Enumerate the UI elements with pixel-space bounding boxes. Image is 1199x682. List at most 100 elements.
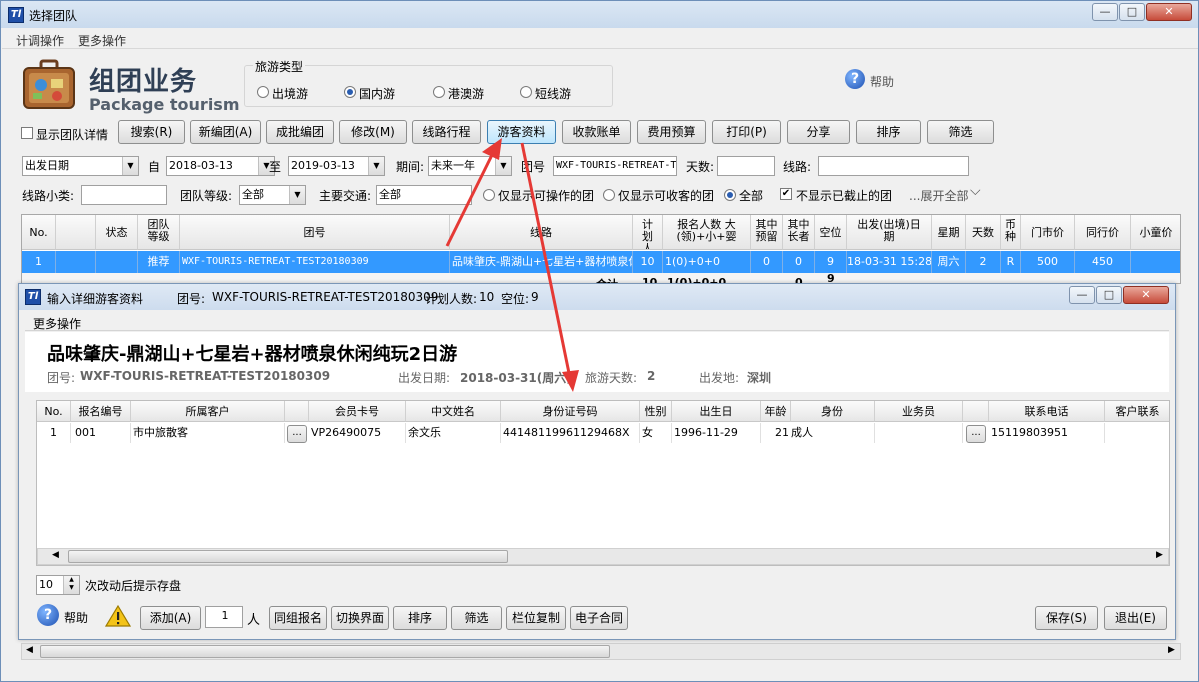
chevron-down-icon[interactable]: ⌵ (970, 183, 981, 199)
cell-signup-no[interactable]: 001 (71, 423, 131, 443)
col-peer-price[interactable]: 同行价 (1075, 215, 1131, 250)
to-date-input[interactable]: 2019-03-13 ▼ (288, 156, 385, 176)
col-chinese-name[interactable]: 中文姓名 (406, 401, 501, 422)
col-route[interactable]: 线路 (450, 215, 633, 250)
cell-member-card[interactable]: VP26490075 (309, 423, 406, 443)
add-button[interactable]: 添加(A) (140, 606, 201, 630)
sort-button[interactable]: 排序 (856, 120, 921, 144)
date-type-select[interactable]: 出发日期 ▼ (22, 156, 139, 176)
col-status[interactable]: 状态 (96, 215, 138, 250)
minimize-button[interactable]: — (1092, 3, 1118, 21)
team-level-select[interactable]: 全部 ▼ (239, 185, 306, 205)
switch-view-button[interactable]: 切换界面 (331, 606, 389, 630)
col-plan[interactable]: 计划人数 (633, 215, 663, 250)
table-row[interactable]: 1 推荐 WXF-TOURIS-RETREAT-TEST20180309 品味肇… (22, 251, 1180, 273)
scroll-left-icon[interactable]: ◀ (26, 645, 33, 655)
cell-customer[interactable]: 市中旅散客 (131, 423, 285, 443)
edit-button[interactable]: 修改(M) (339, 120, 407, 144)
radio-outbound[interactable] (257, 86, 269, 98)
cell-birthday[interactable]: 1996-11-29 (672, 423, 761, 443)
route-input[interactable] (818, 156, 969, 176)
dialog-help-label[interactable]: 帮助 (64, 609, 88, 626)
scroll-right-icon[interactable]: ▶ (1168, 645, 1175, 655)
radio-operable[interactable] (483, 189, 495, 201)
spinner-icon[interactable]: ▲ ▼ (63, 576, 79, 594)
autosave-count-input[interactable]: 10 ▲ ▼ (36, 575, 80, 595)
help-icon[interactable]: ? (845, 69, 865, 89)
expand-all-link[interactable]: ...展开全部 (909, 187, 968, 204)
save-button[interactable]: 保存(S) (1035, 606, 1098, 630)
menu-dispatch[interactable]: 计调操作 (16, 32, 64, 49)
dialog-menu-more[interactable]: 更多操作 (33, 315, 81, 332)
maximize-button[interactable]: □ (1119, 3, 1145, 21)
dialog-minimize-button[interactable]: — (1069, 286, 1095, 304)
col-retail-price[interactable]: 门市价 (1021, 215, 1075, 250)
close-button[interactable]: ✕ (1146, 3, 1192, 21)
cell-phone[interactable]: 15119803951 (989, 423, 1105, 443)
menu-more[interactable]: 更多操作 (78, 32, 126, 49)
print-button[interactable]: 打印(P) (712, 120, 781, 144)
col-no[interactable]: No. (37, 401, 71, 422)
cell-identity[interactable]: 成人 (791, 423, 875, 443)
new-team-button[interactable]: 新编团(A) (190, 120, 261, 144)
tourist-info-button[interactable]: 游客资料 (487, 120, 556, 144)
team-no-input[interactable]: WXF-TOURIS-RETREAT-T (553, 156, 677, 176)
table-row[interactable]: 1 001 市中旅散客 ... VP26490075 余文乐 441481199… (37, 423, 1169, 443)
salesman-picker-button[interactable]: ... (966, 425, 986, 443)
col-days[interactable]: 天数 (966, 215, 1001, 250)
cell-salesman[interactable] (875, 423, 963, 443)
scroll-left-icon[interactable]: ◀ (52, 550, 59, 560)
cell-gender[interactable]: 女 (640, 423, 672, 443)
col-customer[interactable]: 所属客户 (131, 401, 285, 422)
scroll-thumb[interactable] (40, 645, 610, 658)
hide-closed-checkbox[interactable]: ✔ (780, 188, 792, 200)
radio-all[interactable] (724, 189, 736, 201)
col-signup[interactable]: 报名人数 大(领)+小+婴 (663, 215, 751, 250)
from-date-input[interactable]: 2018-03-13 ▼ (166, 156, 275, 176)
col-salesman[interactable]: 业务员 (875, 401, 963, 422)
col-child-price[interactable]: 小童价 (1131, 215, 1180, 250)
dialog-filter-button[interactable]: 筛选 (451, 606, 502, 630)
cell-id-number[interactable]: 44148119961129468X (501, 423, 640, 443)
group-signup-button[interactable]: 同组报名 (269, 606, 327, 630)
cell-chinese-name[interactable]: 余文乐 (406, 423, 501, 443)
dialog-close-button[interactable]: ✕ (1123, 286, 1169, 304)
col-age[interactable]: 年龄 (761, 401, 791, 422)
col-vacant[interactable]: 空位 (815, 215, 847, 250)
col-reserved[interactable]: 其中预留 (751, 215, 783, 250)
col-no[interactable]: No. (22, 215, 56, 250)
col-customer-picker[interactable] (285, 401, 309, 422)
budget-button[interactable]: 费用预算 (637, 120, 706, 144)
receipt-bill-button[interactable]: 收款账单 (562, 120, 631, 144)
radio-collectable[interactable] (603, 189, 615, 201)
filter-button[interactable]: 筛选 (927, 120, 994, 144)
dialog-sort-button[interactable]: 排序 (393, 606, 447, 630)
route-sub-input[interactable] (81, 185, 167, 205)
cell-customer-contact[interactable] (1105, 423, 1169, 443)
cell-age[interactable]: 21 (761, 423, 791, 443)
col-gender[interactable]: 性别 (640, 401, 672, 422)
exit-button[interactable]: 退出(E) (1104, 606, 1167, 630)
col-team-no[interactable]: 团号 (180, 215, 450, 250)
help-label[interactable]: 帮助 (870, 73, 894, 90)
show-detail-checkbox[interactable] (21, 127, 33, 139)
col-weekday[interactable]: 星期 (932, 215, 966, 250)
share-button[interactable]: 分享 (787, 120, 850, 144)
col-signup-no[interactable]: 报名编号 (71, 401, 131, 422)
customer-picker-button[interactable]: ... (287, 425, 307, 443)
transport-input[interactable]: 全部 (376, 185, 472, 205)
scroll-right-icon[interactable]: ▶ (1156, 550, 1163, 560)
e-contract-button[interactable]: 电子合同 (570, 606, 628, 630)
search-button[interactable]: 搜索(R) (118, 120, 185, 144)
scroll-thumb[interactable] (68, 550, 508, 563)
col-team-level[interactable]: 团队等级 (138, 215, 180, 250)
radio-domestic[interactable] (344, 86, 356, 98)
col-blank[interactable] (56, 215, 96, 250)
column-copy-button[interactable]: 栏位复制 (506, 606, 566, 630)
col-member-card[interactable]: 会员卡号 (309, 401, 406, 422)
col-identity[interactable]: 身份 (791, 401, 875, 422)
main-horizontal-scrollbar[interactable]: ◀ ▶ (21, 643, 1181, 660)
dialog-maximize-button[interactable]: □ (1096, 286, 1122, 304)
add-count-input[interactable]: 1 (205, 606, 243, 628)
col-customer-contact[interactable]: 客户联系 (1105, 401, 1169, 422)
